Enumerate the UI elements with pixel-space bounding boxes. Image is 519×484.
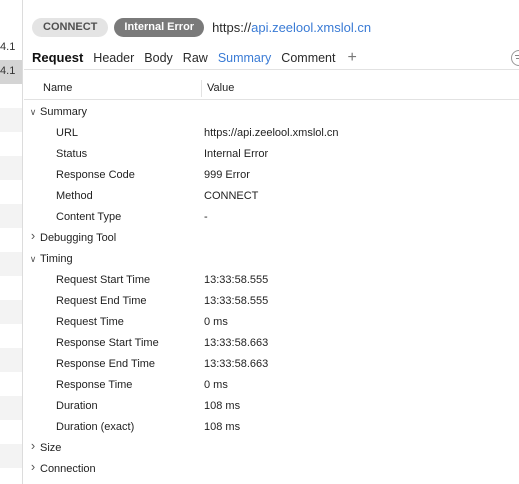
tree-row-label: URL xyxy=(56,127,79,139)
tab-request[interactable]: Request xyxy=(32,50,83,65)
tab-body[interactable]: Body xyxy=(144,51,173,65)
detail-tabbar: Request Header Body Raw Summary Comment + xyxy=(24,46,519,70)
tab-raw[interactable]: Raw xyxy=(183,51,208,65)
method-badge: CONNECT xyxy=(32,17,109,37)
column-divider[interactable] xyxy=(201,80,202,97)
tree-row-value: Internal Error xyxy=(204,148,269,160)
tab-header[interactable]: Header xyxy=(93,51,134,65)
request-list-row[interactable] xyxy=(0,228,22,252)
request-list-strip: .4.1 .4.1 xyxy=(0,0,23,484)
tree-row[interactable]: Response Code 999 Error xyxy=(24,165,519,186)
summary-tree: ∨ Summary URL https://api.zeelool.xmslol.cn… xyxy=(24,102,519,480)
tree-row-value: 13:33:58.555 xyxy=(204,274,269,286)
tree-row-label: Request End Time xyxy=(56,295,147,307)
chevron-right-icon[interactable]: › xyxy=(28,229,38,242)
tree-row-value: 108 ms xyxy=(204,400,241,412)
tree-row-value: - xyxy=(204,211,208,223)
request-list-row[interactable] xyxy=(0,300,22,324)
tree-row[interactable]: Request Time 0 ms xyxy=(24,312,519,333)
request-list-row[interactable] xyxy=(0,324,22,348)
tree-row-value: 0 ms xyxy=(204,316,228,328)
tree-row-label: Response Time xyxy=(56,379,133,391)
url-scheme: https:// xyxy=(212,19,252,35)
tree-group-row[interactable]: ∨ Timing xyxy=(24,249,519,270)
tree-row-label: Size xyxy=(40,442,62,454)
request-list-row[interactable] xyxy=(0,180,22,204)
tree-row[interactable]: Request End Time 13:33:58.555 xyxy=(24,291,519,312)
tree-row-label: Response Code xyxy=(56,169,135,181)
tab-comment[interactable]: Comment xyxy=(281,51,335,65)
tree-row-label: Timing xyxy=(40,253,73,265)
tree-row[interactable]: Request Start Time 13:33:58.555 xyxy=(24,270,519,291)
request-list-row[interactable] xyxy=(0,108,22,132)
request-list-row[interactable] xyxy=(0,372,22,396)
column-header-name[interactable]: Name xyxy=(43,82,72,94)
request-list-row[interactable] xyxy=(0,156,22,180)
tree-row-label: Response End Time xyxy=(56,358,156,370)
tree-row-label: Status xyxy=(56,148,88,160)
tree-row[interactable]: Duration 108 ms xyxy=(24,396,519,417)
request-url[interactable]: https://api.zeelool.xmslol.cn xyxy=(212,20,371,35)
tree-row-value: 13:33:58.555 xyxy=(204,295,269,307)
request-list-row[interactable]: .4.1 xyxy=(0,60,22,84)
tree-row-label: Summary xyxy=(40,106,88,118)
url-host: api.zeelool.xmslol.cn xyxy=(251,19,372,35)
tree-row[interactable]: Response Time 0 ms xyxy=(24,375,519,396)
tree-row[interactable]: Response Start Time 13:33:58.663 xyxy=(24,333,519,354)
request-topbar: CONNECT Internal Error https://api.zeelo… xyxy=(24,14,371,40)
tree-row-label: Method xyxy=(56,190,93,202)
tree-row-label: Connection xyxy=(40,463,96,475)
tree-row-label: Debugging Tool xyxy=(40,232,117,244)
request-list-row[interactable] xyxy=(0,396,22,420)
request-list-row[interactable] xyxy=(0,84,22,108)
status-badge: Internal Error xyxy=(114,17,205,37)
request-list-row[interactable] xyxy=(0,204,22,228)
request-list-row[interactable] xyxy=(0,132,22,156)
filter-icon[interactable] xyxy=(511,50,519,66)
tree-row[interactable]: Duration (exact) 108 ms xyxy=(24,417,519,438)
column-header-value[interactable]: Value xyxy=(207,82,234,94)
tree-row-label: Request Start Time xyxy=(56,274,151,286)
tree-group-row[interactable]: › Debugging Tool xyxy=(24,228,519,249)
request-list-row[interactable] xyxy=(0,348,22,372)
tree-row[interactable]: Response End Time 13:33:58.663 xyxy=(24,354,519,375)
tree-row-label: Duration xyxy=(56,400,98,412)
tree-row-label: Request Time xyxy=(56,316,124,328)
request-list-row[interactable] xyxy=(0,252,22,276)
request-list-row[interactable] xyxy=(0,276,22,300)
tree-group-row[interactable]: › Connection xyxy=(24,459,519,480)
request-list-row[interactable]: .4.1 xyxy=(0,36,22,60)
detail-panel: CONNECT Internal Error https://api.zeelo… xyxy=(24,0,519,484)
request-list-row[interactable] xyxy=(0,444,22,468)
request-list-row-text: .4.1 xyxy=(0,41,16,53)
tree-row-label: Duration (exact) xyxy=(56,421,135,433)
tree-row-label: Response Start Time xyxy=(56,337,159,349)
tree-group-row[interactable]: › Size xyxy=(24,438,519,459)
tree-group-row[interactable]: ∨ Summary xyxy=(24,102,519,123)
tree-row[interactable]: URL https://api.zeelool.xmslol.cn xyxy=(24,123,519,144)
tree-row-value: 13:33:58.663 xyxy=(204,337,269,349)
request-list-row-text: .4.1 xyxy=(0,65,16,77)
tree-row-value: 999 Error xyxy=(204,169,250,181)
tree-row-value: 108 ms xyxy=(204,421,241,433)
tree-row-value: 0 ms xyxy=(204,379,228,391)
chevron-down-icon[interactable]: ∨ xyxy=(28,254,38,264)
tree-row-value: 13:33:58.663 xyxy=(204,358,269,370)
chevron-right-icon[interactable]: › xyxy=(28,439,38,452)
chevron-down-icon[interactable]: ∨ xyxy=(28,107,38,117)
tab-summary[interactable]: Summary xyxy=(218,51,271,65)
chevron-right-icon[interactable]: › xyxy=(28,460,38,473)
column-header: Name Value xyxy=(24,78,519,100)
tree-row[interactable]: Status Internal Error xyxy=(24,144,519,165)
tree-row[interactable]: Content Type - xyxy=(24,207,519,228)
request-list-row[interactable] xyxy=(0,468,22,484)
tree-row-value: https://api.zeelool.xmslol.cn xyxy=(204,127,339,139)
tree-row[interactable]: Method CONNECT xyxy=(24,186,519,207)
tree-row-label: Content Type xyxy=(56,211,122,223)
tree-row-value: CONNECT xyxy=(204,190,259,202)
request-list-row[interactable] xyxy=(0,420,22,444)
add-tab-button[interactable]: + xyxy=(347,49,356,66)
